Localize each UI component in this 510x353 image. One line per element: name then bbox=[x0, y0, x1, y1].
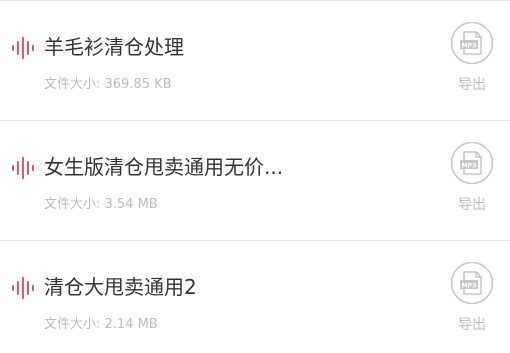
mp3-icon-text: MP3 bbox=[462, 162, 477, 169]
recording-item[interactable]: 羊毛衫清仓处理 文件大小: 369.85 KB MP3 导出 bbox=[0, 1, 510, 121]
export-button[interactable]: MP3 导出 bbox=[446, 141, 498, 225]
export-label: 导出 bbox=[458, 317, 486, 333]
mp3-icon-text: MP3 bbox=[462, 42, 477, 49]
file-size-label: 文件大小: 2.14 MB bbox=[44, 317, 158, 332]
mp3-file-icon: MP3 bbox=[450, 141, 494, 185]
file-size-label: 文件大小: 3.54 MB bbox=[44, 197, 158, 212]
export-button[interactable]: MP3 导出 bbox=[446, 21, 498, 105]
recording-item[interactable]: 女生版清仓甩卖通用无价... 文件大小: 3.54 MB MP3 导出 bbox=[0, 121, 510, 241]
mp3-icon-text: MP3 bbox=[462, 282, 477, 289]
export-label: 导出 bbox=[458, 197, 486, 213]
recording-list: 羊毛衫清仓处理 文件大小: 369.85 KB MP3 导出 女生版清仓甩卖通用… bbox=[0, 0, 510, 353]
recording-title: 女生版清仓甩卖通用无价... bbox=[44, 155, 284, 179]
audio-wave-icon bbox=[12, 277, 34, 299]
mp3-file-icon: MP3 bbox=[450, 21, 494, 65]
audio-wave-icon bbox=[12, 157, 34, 179]
recording-item[interactable]: 清仓大甩卖通用2 文件大小: 2.14 MB MP3 导出 bbox=[0, 241, 510, 353]
file-size-label: 文件大小: 369.85 KB bbox=[44, 77, 172, 92]
recording-title: 羊毛衫清仓处理 bbox=[44, 35, 184, 59]
export-label: 导出 bbox=[458, 77, 486, 93]
recording-title: 清仓大甩卖通用2 bbox=[44, 275, 197, 299]
mp3-file-icon: MP3 bbox=[450, 261, 494, 305]
audio-wave-icon bbox=[12, 37, 34, 59]
export-button[interactable]: MP3 导出 bbox=[446, 261, 498, 345]
